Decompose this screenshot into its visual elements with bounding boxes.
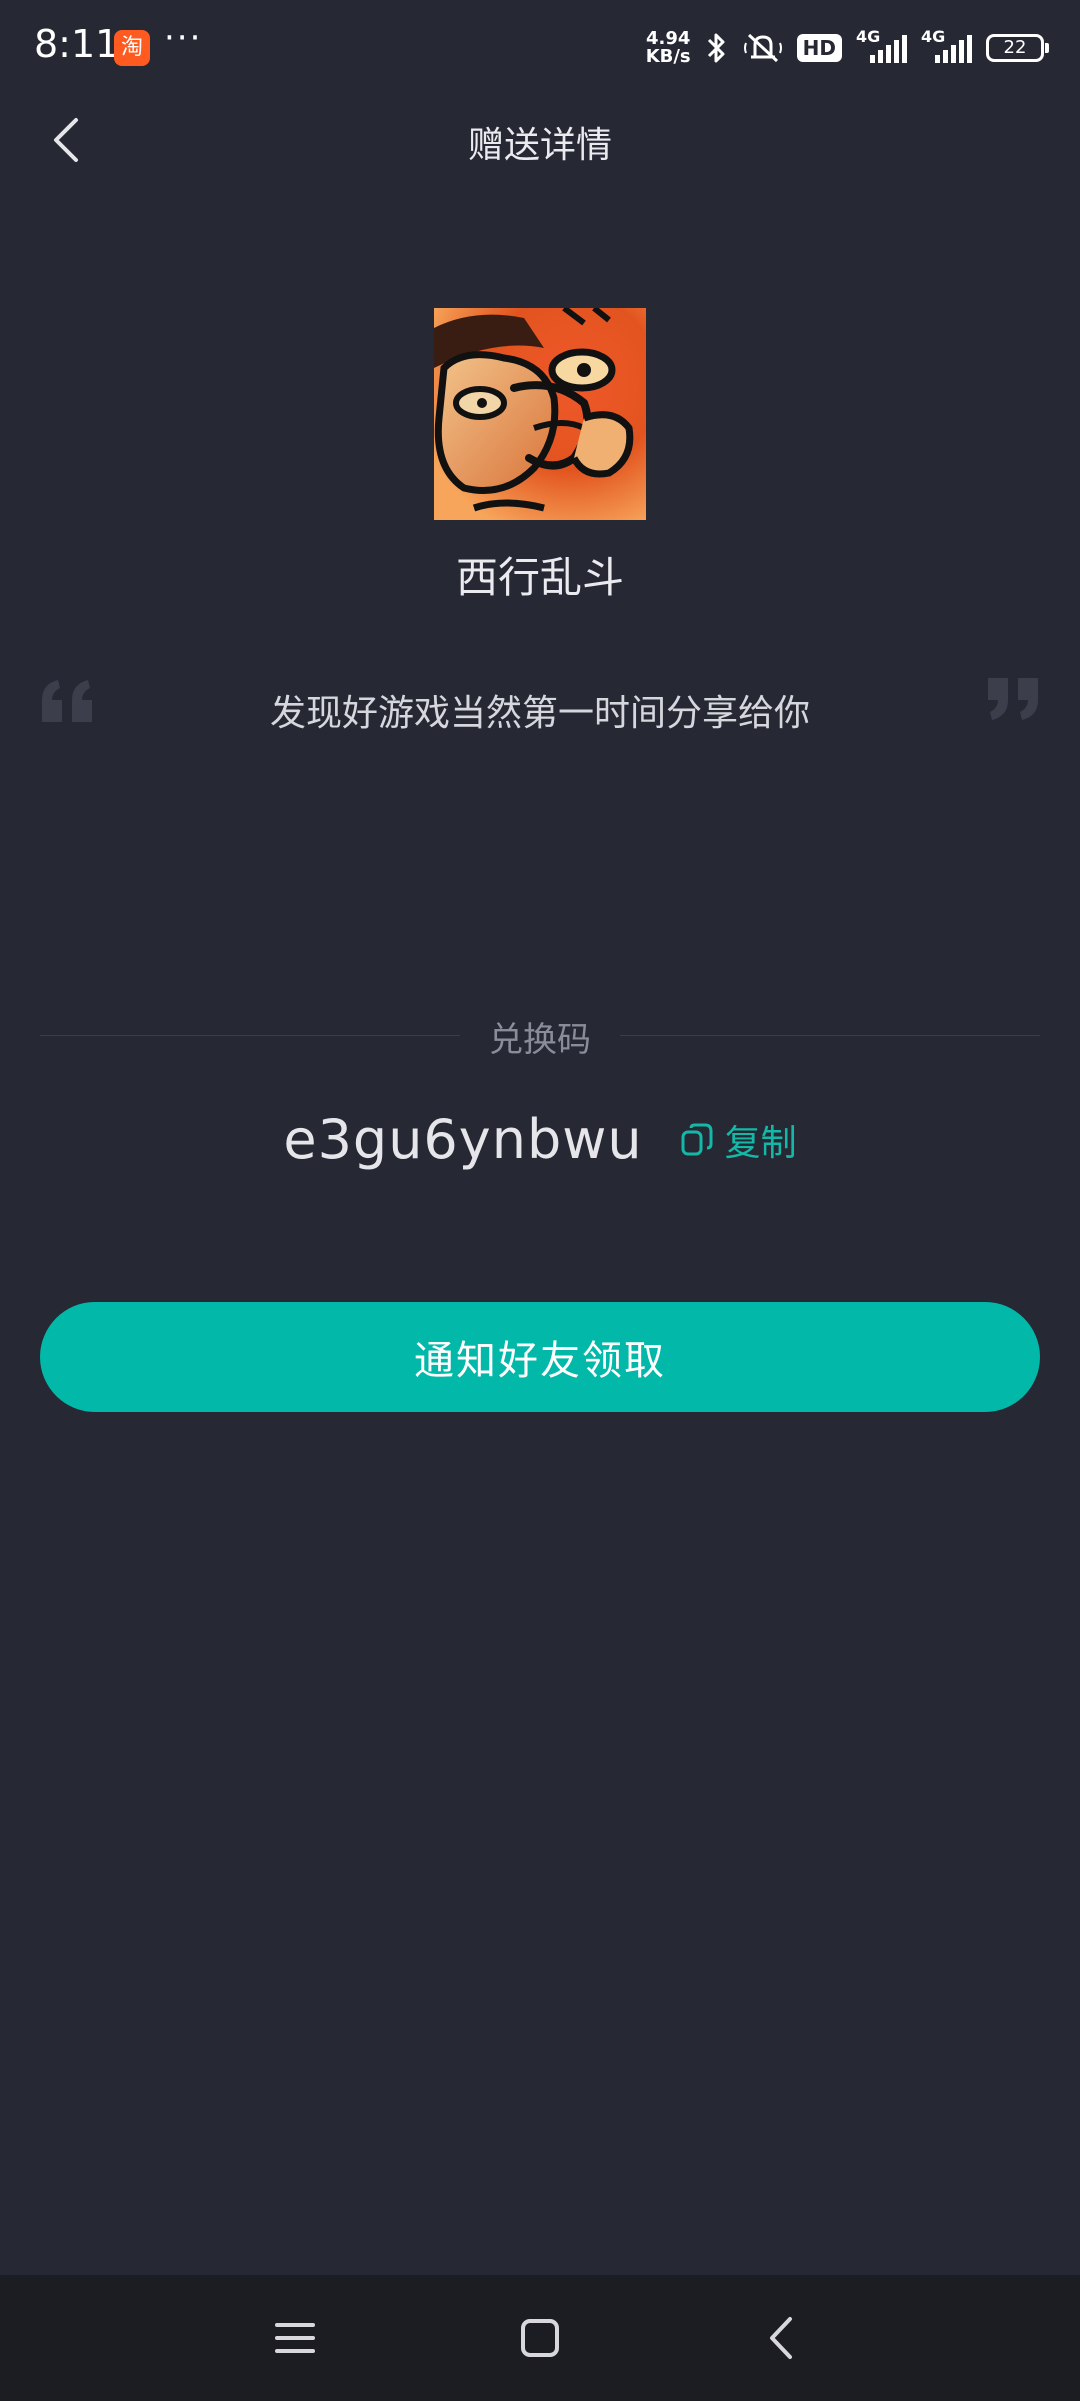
menu-icon[interactable] — [262, 2305, 328, 2371]
game-icon — [434, 308, 646, 520]
signal-sim1-label: 4G — [856, 27, 881, 46]
signal-strength-sim2-icon: 4G — [921, 27, 972, 63]
system-back-icon[interactable] — [750, 2305, 816, 2371]
copy-icon — [681, 1123, 713, 1155]
close-quote-icon — [988, 678, 1038, 720]
network-speed-unit: KB/s — [645, 46, 691, 67]
redeem-code-value: e3gu6ynbwu — [283, 1108, 643, 1171]
battery-icon: 22 — [986, 34, 1049, 62]
share-message: 发现好游戏当然第一时间分享给你 — [269, 693, 810, 734]
more-notifications-icon: ··· — [164, 18, 203, 58]
status-time: 8:11 — [34, 22, 120, 66]
home-icon[interactable] — [507, 2305, 573, 2371]
network-speed: 4.94 KB/s — [646, 30, 691, 66]
redeem-code-row: e3gu6ynbwu 复制 — [0, 1108, 1080, 1171]
copy-label: 复制 — [724, 1122, 797, 1164]
hd-voice-icon: HD — [796, 34, 842, 62]
divider-right — [620, 1035, 1040, 1036]
status-icons: 4.94 KB/s HD 4G 4G 22 — [646, 27, 1049, 68]
status-bar: 8:11 淘 ··· 4.94 KB/s HD 4G 4G 22 — [0, 0, 1080, 96]
system-nav-bar — [0, 2275, 1080, 2401]
taobao-notification-icon: 淘 — [114, 30, 150, 66]
signal-sim2-label: 4G — [921, 27, 946, 46]
signal-strength-sim1-icon: 4G — [856, 27, 907, 63]
bluetooth-icon — [707, 33, 725, 63]
header: 赠送详情 — [0, 96, 1080, 186]
game-name: 西行乱斗 — [455, 553, 624, 602]
redeem-code-label: 兑换码 — [489, 1020, 591, 1060]
notify-friend-button[interactable]: 通知好友领取 — [40, 1302, 1040, 1412]
page-title: 赠送详情 — [467, 125, 612, 166]
copy-button[interactable]: 复制 — [679, 1114, 797, 1166]
silent-mode-icon — [743, 33, 782, 63]
